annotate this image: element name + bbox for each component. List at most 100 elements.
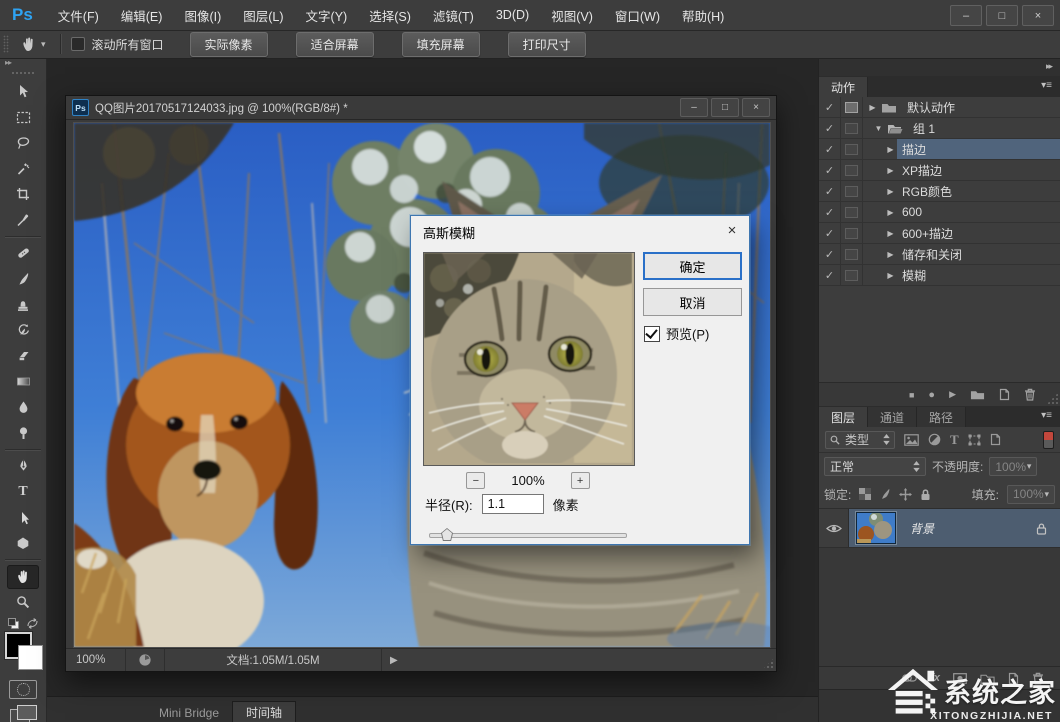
- zoom-out-button[interactable]: −: [466, 472, 485, 489]
- tab-layers[interactable]: 图层: [819, 407, 868, 427]
- doc-maximize-button[interactable]: □: [711, 98, 739, 117]
- delete-trash-icon[interactable]: [1024, 388, 1036, 401]
- action-label[interactable]: RGB颜色: [902, 183, 952, 200]
- action-save-close[interactable]: ✓ ▶ 储存和关闭: [819, 244, 1060, 265]
- check-icon[interactable]: ✓: [819, 97, 841, 117]
- print-size-button[interactable]: 打印尺寸: [508, 32, 586, 57]
- play-icon[interactable]: ▶: [949, 389, 956, 400]
- expand-icon[interactable]: ▶: [884, 229, 897, 238]
- dialog-close-icon[interactable]: ×: [717, 218, 747, 242]
- document-size-info[interactable]: 文档:1.05M/1.05M: [165, 649, 382, 671]
- action-set-default[interactable]: ✓ ▶ 默认动作: [819, 97, 1060, 118]
- stop-icon[interactable]: ■: [909, 390, 914, 400]
- menu-layer[interactable]: 图层(L): [232, 0, 294, 30]
- clone-stamp-tool[interactable]: [7, 293, 39, 317]
- menu-window[interactable]: 窗口(W): [604, 0, 671, 30]
- action-600[interactable]: ✓ ▶ 600: [819, 202, 1060, 223]
- magic-wand-tool[interactable]: [7, 157, 39, 181]
- status-menu-arrow-icon[interactable]: ▶: [390, 655, 398, 666]
- tab-channels[interactable]: 通道: [868, 407, 917, 427]
- spot-healing-brush-tool[interactable]: [7, 242, 39, 266]
- close-button[interactable]: ×: [1022, 5, 1054, 26]
- slider-thumb[interactable]: [441, 528, 453, 541]
- actions-panel-menu-icon[interactable]: ▾≡: [1041, 80, 1052, 91]
- toolbar-collapse[interactable]: ▸▸: [0, 58, 46, 71]
- check-icon[interactable]: ✓: [819, 160, 841, 180]
- type-tool[interactable]: T: [7, 480, 39, 504]
- tab-paths[interactable]: 路径: [917, 407, 966, 427]
- menu-help[interactable]: 帮助(H): [671, 0, 735, 30]
- modal-toggle[interactable]: [841, 244, 863, 264]
- screen-mode-button[interactable]: [10, 705, 36, 722]
- scroll-all-windows-checkbox[interactable]: [71, 37, 85, 51]
- zoom-in-button[interactable]: +: [571, 472, 590, 489]
- minimize-button[interactable]: –: [950, 5, 982, 26]
- action-label[interactable]: XP描边: [902, 162, 942, 179]
- action-label[interactable]: 模糊: [902, 267, 926, 284]
- menu-edit[interactable]: 编辑(E): [110, 0, 174, 30]
- action-label[interactable]: 储存和关闭: [902, 246, 962, 263]
- filter-text-icon[interactable]: T: [950, 432, 959, 448]
- expand-icon[interactable]: ▶: [884, 208, 897, 217]
- hand-tool-preset[interactable]: ▾: [16, 36, 51, 52]
- lasso-tool[interactable]: [7, 131, 39, 155]
- gradient-tool[interactable]: [7, 370, 39, 394]
- blur-tool[interactable]: [7, 395, 39, 419]
- layers-panel-menu-icon[interactable]: ▾≡: [1041, 410, 1052, 421]
- modal-toggle[interactable]: [841, 202, 863, 222]
- blur-preview-image[interactable]: [423, 252, 635, 466]
- history-brush-tool[interactable]: [7, 319, 39, 343]
- document-title-bar[interactable]: Ps QQ图片20170517124033.jpg @ 100%(RGB/8#)…: [66, 96, 776, 120]
- fit-screen-button[interactable]: 适合屏幕: [296, 32, 374, 57]
- action-label[interactable]: 600+描边: [902, 225, 953, 242]
- action-xp-stroke[interactable]: ✓ ▶ XP描边: [819, 160, 1060, 181]
- maximize-button[interactable]: □: [986, 5, 1018, 26]
- pen-tool[interactable]: [7, 455, 39, 479]
- layer-row-background[interactable]: 背景: [819, 509, 1060, 548]
- blend-mode-select[interactable]: 正常: [824, 457, 926, 476]
- zoom-tool[interactable]: [7, 591, 39, 615]
- path-selection-tool[interactable]: [7, 506, 39, 530]
- check-icon[interactable]: ✓: [819, 139, 841, 159]
- filter-image-icon[interactable]: [904, 434, 919, 446]
- collapse-panels-icon[interactable]: ▸▸: [1046, 61, 1051, 72]
- action-set-label[interactable]: 组 1: [913, 120, 935, 137]
- menu-type[interactable]: 文字(Y): [295, 0, 359, 30]
- action-set-group1[interactable]: ✓ ▼ 组 1: [819, 118, 1060, 139]
- modal-toggle[interactable]: [841, 118, 863, 138]
- layer-name[interactable]: 背景: [910, 520, 934, 537]
- doc-minimize-button[interactable]: –: [680, 98, 708, 117]
- filter-smart-object-icon[interactable]: [990, 433, 1001, 446]
- expand-icon[interactable]: ▶: [884, 187, 897, 196]
- tab-actions[interactable]: 动作: [819, 77, 868, 97]
- action-label[interactable]: 描边: [902, 141, 926, 158]
- cancel-button[interactable]: 取消: [643, 288, 742, 316]
- hand-tool[interactable]: [7, 565, 39, 589]
- radius-input[interactable]: 1.1: [482, 494, 544, 514]
- move-tool[interactable]: [7, 80, 39, 104]
- menu-image[interactable]: 图像(I): [173, 0, 232, 30]
- layer-thumbnail[interactable]: [856, 512, 896, 544]
- action-rgb-color[interactable]: ✓ ▶ RGB颜色: [819, 181, 1060, 202]
- default-swap-colors[interactable]: [8, 618, 39, 629]
- menu-view[interactable]: 视图(V): [540, 0, 604, 30]
- new-action-icon[interactable]: [999, 388, 1010, 401]
- radius-slider[interactable]: [429, 528, 625, 542]
- check-icon[interactable]: ✓: [819, 265, 841, 285]
- background-color[interactable]: [18, 645, 43, 670]
- preview-checkbox[interactable]: [644, 326, 660, 342]
- rectangular-marquee-tool[interactable]: [7, 106, 39, 130]
- panel-resize-grip[interactable]: [1047, 393, 1058, 404]
- modal-toggle[interactable]: [841, 265, 863, 285]
- action-label[interactable]: 600: [902, 205, 922, 219]
- menu-select[interactable]: 选择(S): [358, 0, 422, 30]
- menu-file[interactable]: 文件(F): [47, 0, 110, 30]
- crop-tool[interactable]: [7, 182, 39, 206]
- modal-toggle[interactable]: [841, 139, 863, 159]
- slider-track[interactable]: [429, 533, 627, 538]
- eraser-tool[interactable]: [7, 344, 39, 368]
- modal-toggle[interactable]: [841, 160, 863, 180]
- shape-tool[interactable]: [7, 531, 39, 555]
- filter-shape-icon[interactable]: [968, 434, 981, 446]
- action-600-stroke[interactable]: ✓ ▶ 600+描边: [819, 223, 1060, 244]
